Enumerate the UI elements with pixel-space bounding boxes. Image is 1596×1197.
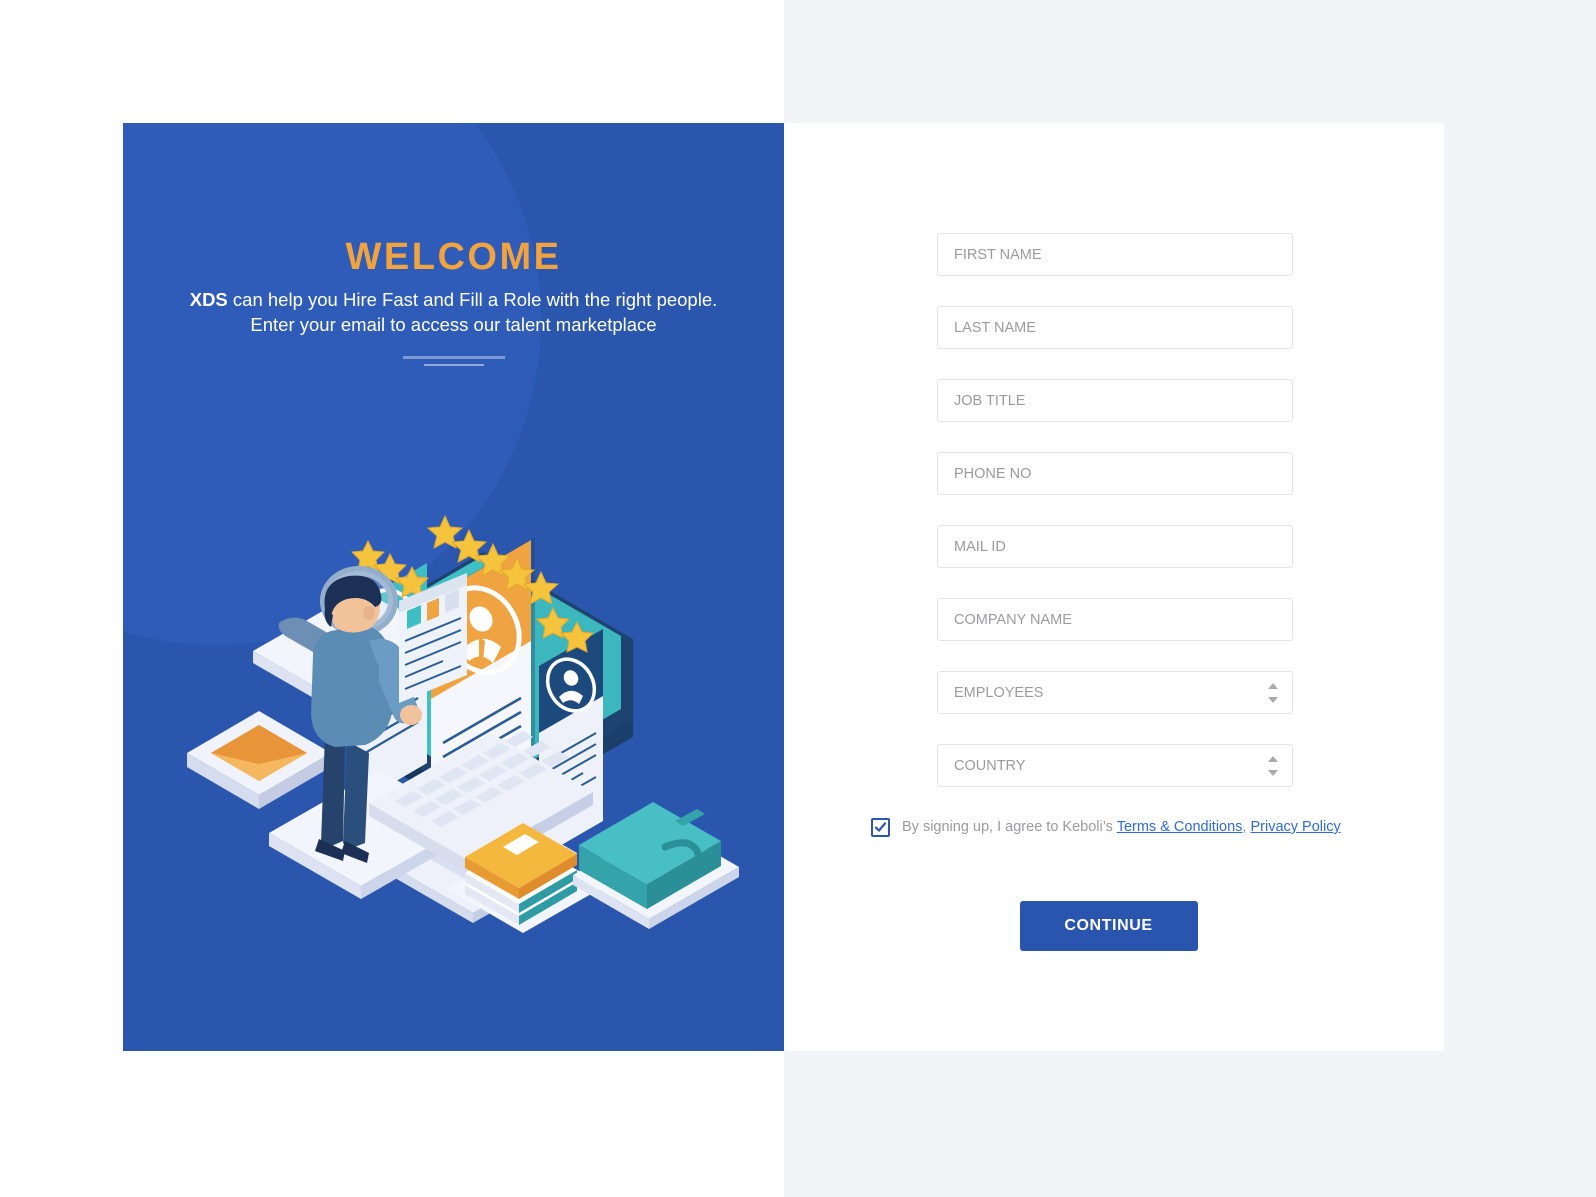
company-name-input[interactable] bbox=[938, 599, 1292, 640]
signup-form-card: EMPLOYEES COUNTRY By bbox=[784, 123, 1444, 1051]
first-name-input[interactable] bbox=[938, 234, 1292, 275]
divider-bar-upper bbox=[402, 356, 505, 359]
phone-no-field[interactable] bbox=[937, 452, 1293, 495]
terms-agreement-row: By signing up, I agree to Keboli’s Terms… bbox=[871, 817, 1371, 837]
terms-prefix: By signing up, I agree to Keboli’s bbox=[902, 819, 1117, 835]
divider-bar-lower bbox=[423, 364, 484, 366]
welcome-subtitle: XDS can help you Hire Fast and Fill a Ro… bbox=[123, 287, 784, 337]
stepper-arrows-icon[interactable] bbox=[1267, 755, 1278, 776]
check-icon bbox=[875, 822, 886, 832]
brand-name: XDS bbox=[189, 289, 228, 310]
employees-select[interactable]: EMPLOYEES bbox=[937, 671, 1293, 714]
submit-row: CONTINUE bbox=[924, 901, 1293, 951]
last-name-field[interactable] bbox=[937, 306, 1293, 349]
welcome-title: WELCOME bbox=[345, 236, 562, 278]
continue-button[interactable]: CONTINUE bbox=[1019, 901, 1198, 951]
terms-and-conditions-link[interactable]: Terms & Conditions bbox=[1117, 819, 1243, 835]
hero-panel: WELCOME XDS can help you Hire Fast and F… bbox=[123, 123, 784, 1051]
hero-divider bbox=[123, 356, 784, 370]
chevron-up-icon[interactable] bbox=[1267, 755, 1278, 762]
privacy-policy-link[interactable]: Privacy Policy bbox=[1250, 819, 1340, 835]
signup-page: WELCOME XDS can help you Hire Fast and F… bbox=[0, 0, 1596, 1197]
job-title-field[interactable] bbox=[937, 379, 1293, 422]
terms-checkbox[interactable] bbox=[871, 818, 890, 837]
signup-form: EMPLOYEES COUNTRY By bbox=[871, 233, 1341, 951]
hero-illustration bbox=[173, 423, 773, 933]
welcome-subtitle-rest: can help you Hire Fast and Fill a Role w… bbox=[227, 289, 718, 310]
terms-text: By signing up, I agree to Keboli’s Terms… bbox=[902, 817, 1341, 837]
stepper-arrows-icon[interactable] bbox=[1267, 682, 1278, 703]
company-name-field[interactable] bbox=[937, 598, 1293, 641]
chevron-down-icon[interactable] bbox=[1267, 769, 1278, 776]
mail-id-field[interactable] bbox=[937, 525, 1293, 568]
chevron-down-icon[interactable] bbox=[1267, 696, 1278, 703]
country-select-label: COUNTRY bbox=[954, 757, 1026, 774]
mail-id-input[interactable] bbox=[938, 526, 1292, 567]
chevron-up-icon[interactable] bbox=[1267, 682, 1278, 689]
country-select[interactable]: COUNTRY bbox=[937, 744, 1293, 787]
last-name-input[interactable] bbox=[938, 307, 1292, 348]
job-title-input[interactable] bbox=[938, 380, 1292, 421]
phone-no-input[interactable] bbox=[938, 453, 1292, 494]
first-name-field[interactable] bbox=[937, 233, 1293, 276]
employees-select-label: EMPLOYEES bbox=[954, 684, 1044, 701]
welcome-subtitle-line2: Enter your email to access our talent ma… bbox=[250, 314, 657, 335]
